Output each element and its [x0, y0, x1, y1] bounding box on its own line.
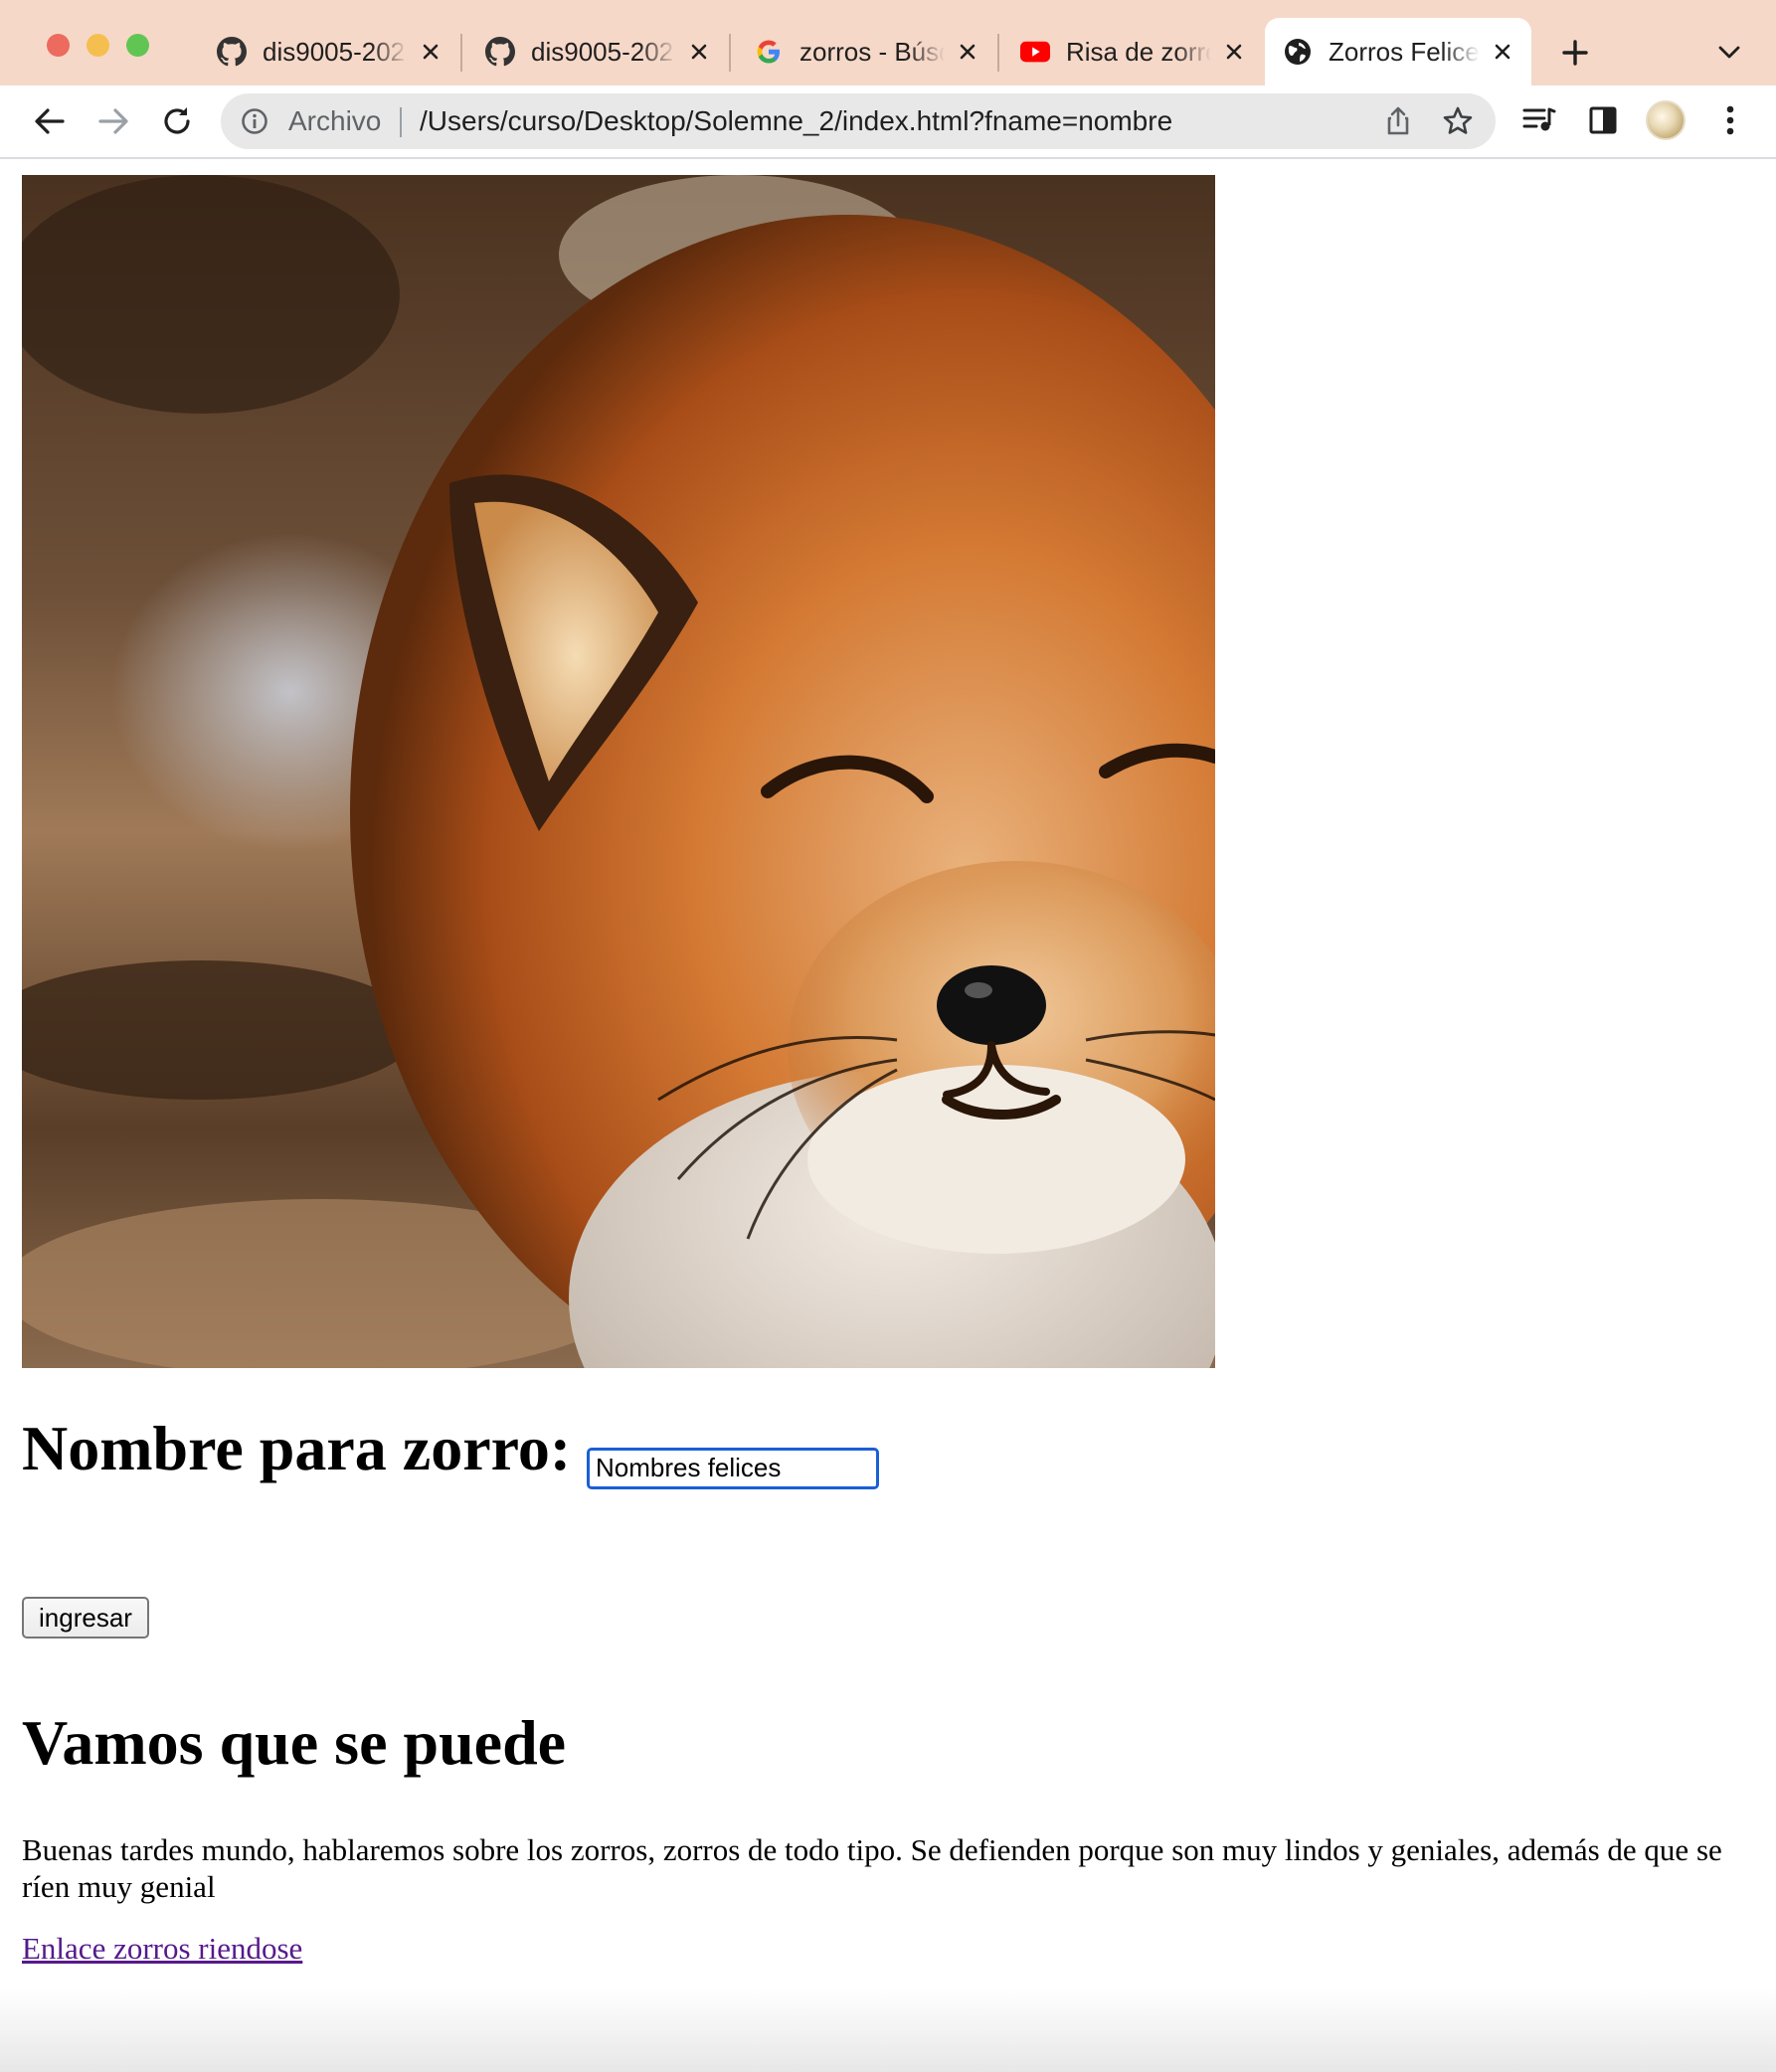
address-divider — [400, 107, 402, 137]
url-text[interactable]: /Users/curso/Desktop/Solemne_2/index.htm… — [420, 105, 1172, 137]
tab-separator — [729, 34, 731, 72]
tab-title: Zorros Felices — [1329, 36, 1480, 67]
tab-separator — [460, 34, 462, 72]
tab-separator — [997, 34, 999, 72]
info-icon[interactable] — [241, 107, 268, 135]
reload-icon — [164, 107, 190, 134]
close-icon[interactable] — [1219, 37, 1249, 67]
side-panel-button[interactable] — [1585, 102, 1621, 138]
github-icon — [485, 37, 515, 67]
playlist-icon — [1522, 107, 1556, 131]
fox-photo — [22, 175, 1215, 1368]
tab-google-search[interactable]: zorros - Búsqueda — [736, 18, 996, 86]
browser-menu-button[interactable] — [1712, 102, 1748, 138]
bookmark-star-icon[interactable] — [1442, 105, 1474, 137]
page-heading: Vamos que se puede — [22, 1707, 567, 1778]
chevron-down-icon — [1718, 46, 1740, 59]
tab-search-button[interactable] — [1712, 36, 1746, 70]
tab-title: zorros - Búsqueda — [799, 36, 945, 67]
new-tab-button[interactable] — [1556, 34, 1594, 72]
arrow-left-icon — [35, 108, 65, 134]
close-icon[interactable] — [416, 37, 445, 67]
tab-github-1[interactable]: dis9005-2021 — [199, 18, 459, 86]
page-viewport: Nombre para zorro: Nombres felices ingre… — [0, 159, 1776, 2072]
tab-youtube[interactable]: Risa de zorro — [1002, 18, 1263, 86]
side-panel-icon — [1589, 106, 1617, 134]
back-button[interactable] — [28, 99, 72, 143]
foxes-laughing-link[interactable]: Enlace zorros riendose — [22, 1931, 302, 1967]
tab-title: Risa de zorro — [1066, 36, 1211, 67]
github-icon — [217, 37, 247, 67]
reload-button[interactable] — [155, 99, 199, 143]
youtube-icon — [1020, 37, 1050, 67]
tab-title: dis9005-2021 — [263, 36, 408, 67]
share-icon[interactable] — [1382, 105, 1414, 137]
close-icon[interactable] — [1488, 37, 1517, 67]
tab-github-2[interactable]: dis9005-2021 — [467, 18, 728, 86]
tab-title: dis9005-2021 — [531, 36, 676, 67]
intro-paragraph: Buenas tardes mundo, hablaremos sobre lo… — [22, 1832, 1722, 1904]
google-icon — [754, 37, 784, 67]
address-bar[interactable]: Archivo /Users/curso/Desktop/Solemne_2/i… — [221, 93, 1496, 149]
profile-avatar[interactable] — [1646, 100, 1686, 140]
submit-button[interactable]: ingresar — [22, 1597, 149, 1639]
forward-button[interactable] — [91, 99, 135, 143]
window-close-button[interactable] — [47, 34, 70, 57]
close-icon[interactable] — [953, 37, 982, 67]
fox-name-input[interactable]: Nombres felices — [587, 1448, 879, 1489]
scheme-label: Archivo — [288, 105, 382, 136]
close-icon[interactable] — [684, 37, 714, 67]
window-minimize-button[interactable] — [87, 34, 109, 57]
globe-icon — [1283, 37, 1313, 67]
window-maximize-button[interactable] — [126, 34, 149, 57]
reading-list-button[interactable] — [1521, 102, 1557, 138]
arrow-right-icon — [98, 108, 128, 134]
window-bottom-shadow — [0, 1988, 1776, 2072]
tab-zorros-felices[interactable]: Zorros Felices — [1265, 18, 1531, 86]
plus-icon — [1562, 40, 1588, 66]
kebab-menu-icon — [1726, 105, 1734, 135]
name-label: Nombre para zorro: — [22, 1413, 572, 1483]
